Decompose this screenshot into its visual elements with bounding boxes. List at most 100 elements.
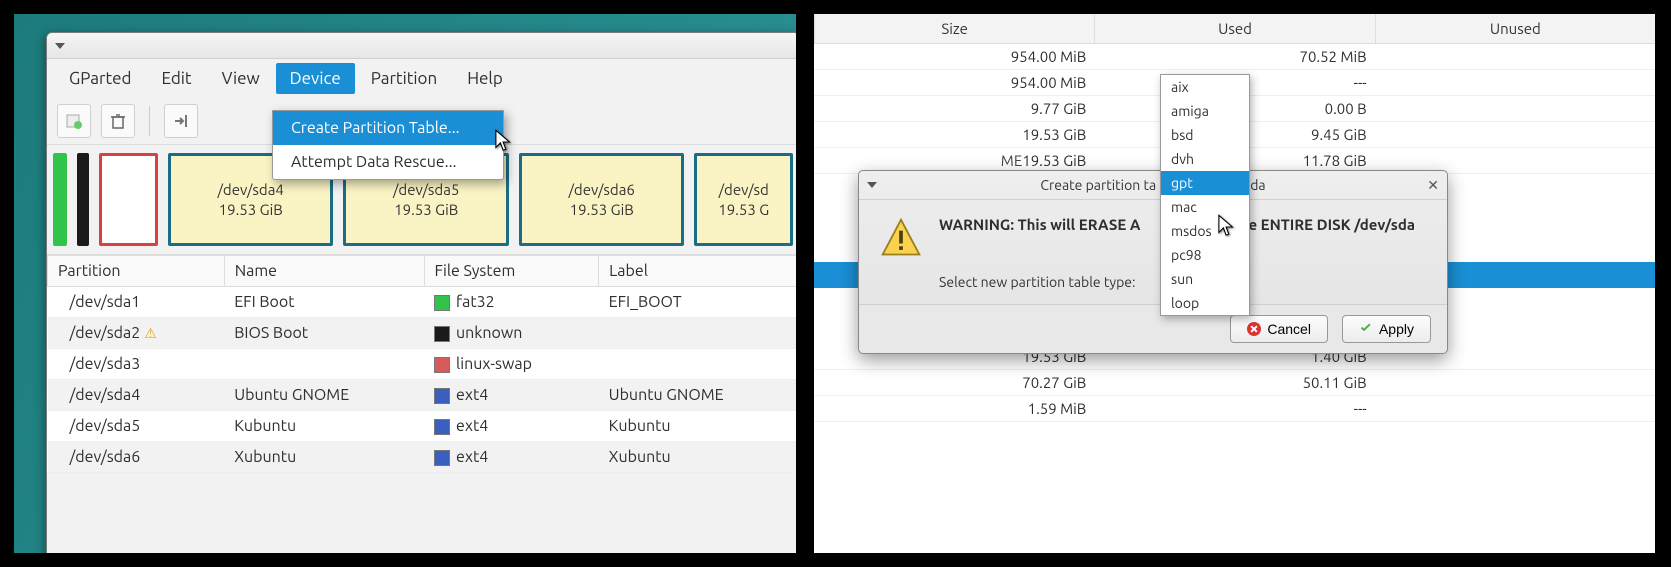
table-row[interactable]: /dev/sda3 linux-swap — [48, 349, 797, 380]
apply-button[interactable]: Apply — [1342, 315, 1431, 343]
cell-used: 50.11 GiB — [1094, 370, 1374, 395]
arrow-to-line-icon — [172, 112, 190, 130]
col-name[interactable]: Name — [224, 256, 424, 287]
cell-partition: /dev/sda2 — [70, 324, 141, 342]
partition-type-option[interactable]: gpt — [1161, 171, 1249, 195]
cell-name: Xubuntu — [224, 442, 424, 473]
filesystem-swatch-icon — [434, 357, 450, 373]
filesystem-swatch-icon — [434, 419, 450, 435]
col-used[interactable]: Used — [1094, 14, 1374, 43]
close-icon[interactable]: ✕ — [1427, 177, 1439, 194]
partition-type-option[interactable]: sun — [1161, 267, 1249, 291]
cell-name: Kubuntu — [224, 411, 424, 442]
cell-size: 1.59 MiB — [814, 396, 1094, 421]
dialog-menu-icon[interactable] — [867, 182, 877, 188]
partition-type-option[interactable]: dvh — [1161, 147, 1249, 171]
cell-label: Ubuntu GNOME — [599, 380, 796, 411]
new-partition-button[interactable] — [57, 104, 91, 138]
partition-block-sda3[interactable] — [99, 153, 158, 246]
cell-partition: /dev/sda3 — [70, 355, 141, 373]
partition-block-sda1[interactable] — [53, 153, 67, 246]
partition-block-name: /dev/sd — [719, 181, 769, 198]
delete-partition-button[interactable] — [101, 104, 135, 138]
partition-block-size: 19.53 GiB — [570, 201, 634, 218]
list-item[interactable]: 70.27 GiB50.11 GiB — [814, 370, 1655, 396]
col-size[interactable]: Size — [814, 14, 1094, 43]
cell-size: 9.77 GiB — [1031, 100, 1087, 117]
cell-label — [599, 349, 796, 380]
dialog-titlebar[interactable]: Create partition ta sda ✕ — [859, 171, 1447, 200]
dialog-title-pre: Create partition ta — [1040, 177, 1156, 193]
cursor-icon — [495, 129, 513, 155]
cell-name: Ubuntu GNOME — [224, 380, 424, 411]
cell-used: --- — [1094, 396, 1374, 421]
menu-view[interactable]: View — [208, 63, 274, 94]
partition-type-option[interactable]: pc98 — [1161, 243, 1249, 267]
cell-used: 70.52 MiB — [1094, 44, 1374, 69]
menubar: GParted Edit View Device Partition Help — [47, 59, 796, 98]
warning-icon — [879, 216, 923, 260]
table-row[interactable]: /dev/sda6Xubuntuext4Xubuntu — [48, 442, 797, 473]
list-item[interactable]: 954.00 MiB 70.52 MiB — [814, 44, 1655, 70]
cell-size: 19.53 GiB — [1022, 152, 1086, 169]
partition-block-size: 19.53 G — [718, 201, 769, 218]
create-partition-table-dialog: Create partition ta sda ✕ WARNING: This … — [858, 170, 1448, 354]
cursor-icon — [1218, 214, 1236, 240]
col-unused[interactable]: Unused — [1375, 14, 1655, 43]
warning-triangle-icon: ⚠ — [144, 325, 157, 341]
row-label: ME — [1001, 152, 1022, 169]
table-row[interactable]: /dev/sda5Kubuntuext4Kubuntu — [48, 411, 797, 442]
table-row[interactable]: /dev/sda2⚠BIOS Bootunknown — [48, 318, 797, 349]
partition-type-option[interactable]: amiga — [1161, 99, 1249, 123]
filesystem-swatch-icon — [434, 450, 450, 466]
resize-button[interactable] — [164, 104, 198, 138]
partition-type-option[interactable]: bsd — [1161, 123, 1249, 147]
cell-filesystem: ext4 — [456, 386, 488, 404]
partition-type-option[interactable]: aix — [1161, 75, 1249, 99]
partition-block-name: /dev/sda5 — [393, 181, 459, 198]
cell-size: 70.27 GiB — [814, 370, 1094, 395]
cell-size: 954.00 MiB — [1011, 48, 1087, 65]
partition-block-sda2[interactable] — [77, 153, 89, 246]
partition-block-name: /dev/sda4 — [218, 181, 284, 198]
menu-partition[interactable]: Partition — [357, 63, 451, 94]
filesystem-swatch-icon — [434, 326, 450, 342]
cell-name: BIOS Boot — [224, 318, 424, 349]
attempt-data-rescue-item[interactable]: Attempt Data Rescue... — [273, 145, 503, 179]
partition-type-option[interactable]: loop — [1161, 291, 1249, 315]
select-label: Select new partition table type: — [939, 274, 1135, 290]
col-label[interactable]: Label — [599, 256, 796, 287]
lower-rows: 19.53 GiB1.40 GiB70.27 GiB50.11 GiB1.59 … — [814, 344, 1655, 422]
cell-partition: /dev/sda5 — [70, 417, 141, 435]
cell-label — [599, 318, 796, 349]
menu-edit[interactable]: Edit — [147, 63, 205, 94]
menu-gparted[interactable]: GParted — [55, 63, 145, 94]
new-icon — [65, 112, 83, 130]
cancel-button[interactable]: Cancel — [1230, 315, 1328, 343]
window-menu-icon[interactable] — [55, 43, 65, 49]
cancel-icon — [1247, 322, 1261, 336]
cell-filesystem: ext4 — [456, 417, 488, 435]
cell-partition: /dev/sda4 — [70, 386, 141, 404]
cell-partition: /dev/sda6 — [70, 448, 141, 466]
partition-block-next[interactable]: /dev/sd 19.53 G — [694, 153, 793, 246]
table-row[interactable]: /dev/sda4 Ubuntu GNOME ext4 Ubuntu GNOME — [48, 380, 797, 411]
cell-filesystem: ext4 — [456, 448, 488, 466]
cell-filesystem: linux-swap — [456, 355, 532, 373]
apply-icon — [1359, 322, 1373, 336]
cell-name — [224, 349, 424, 380]
create-partition-table-item[interactable]: Create Partition Table... — [273, 111, 503, 145]
menu-help[interactable]: Help — [453, 63, 517, 94]
column-headers: Size Used Unused — [814, 14, 1655, 44]
col-filesystem[interactable]: File System — [424, 256, 599, 287]
gparted-window: GParted Edit View Device Partition Help … — [46, 32, 796, 553]
col-partition[interactable]: Partition — [48, 256, 225, 287]
partition-block-sda6[interactable]: /dev/sda6 19.53 GiB — [519, 153, 685, 246]
cell-partition: /dev/sda1 — [70, 293, 141, 311]
menu-device[interactable]: Device — [276, 63, 355, 94]
cell-size: 954.00 MiB — [1011, 74, 1087, 91]
list-item[interactable]: 1.59 MiB--- — [814, 396, 1655, 422]
trash-icon — [109, 112, 127, 130]
table-row[interactable]: /dev/sda1EFI Bootfat32EFI_BOOT — [48, 287, 797, 318]
titlebar[interactable] — [47, 33, 796, 59]
